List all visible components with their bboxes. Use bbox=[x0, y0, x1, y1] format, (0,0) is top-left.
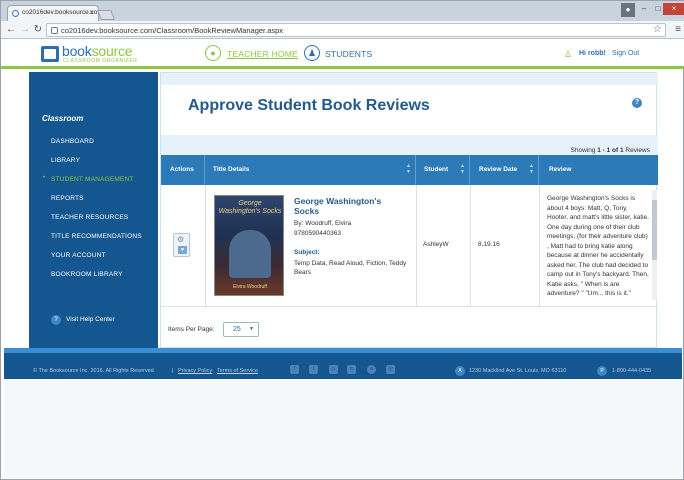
table-header: Actions Title Details ▲ ▼ Student ▲ ▼ Review… bbox=[161, 155, 658, 185]
tab-strip: co2016dev.booksource.co × ● – □ × bbox=[1, 1, 684, 21]
wordpress-icon[interactable]: w bbox=[367, 365, 376, 374]
url-input[interactable]: co2016dev.booksource.com/Classroom/BookR… bbox=[46, 23, 666, 37]
user-greeting: Hi robb! bbox=[579, 50, 606, 57]
help-center-link[interactable]: Visit Help Center bbox=[66, 316, 115, 323]
main-content: Approve Student Book Reviews ? Showing 1… bbox=[160, 72, 658, 348]
showing-count: Showing 1 - 1 of 1 Reviews bbox=[570, 147, 651, 154]
twitter-icon[interactable]: t bbox=[309, 365, 318, 374]
review-scrollbar[interactable] bbox=[652, 190, 657, 300]
column-header-student[interactable]: Student ▲ ▼ bbox=[416, 155, 470, 185]
profile-icon[interactable]: ● bbox=[621, 3, 635, 17]
apple-icon: ● bbox=[205, 45, 221, 61]
book-logo-icon bbox=[41, 46, 59, 62]
booksource-logo[interactable]: booksource CLASSROOM ORGANIZER bbox=[41, 43, 151, 65]
column-header-review: Review bbox=[549, 166, 572, 173]
review-text: George Washington's Socks is about 4 boy… bbox=[547, 195, 650, 297]
instagram-icon[interactable]: ◎ bbox=[386, 365, 395, 374]
person-icon: ♙ bbox=[564, 49, 573, 59]
reload-icon[interactable]: ↻ bbox=[32, 24, 44, 36]
site-header: booksource CLASSROOM ORGANIZER ● TEACHER… bbox=[1, 39, 684, 69]
sidebar-item-student-management[interactable]: STUDENT MANAGEMENT bbox=[51, 176, 134, 183]
help-question-icon[interactable]: ? bbox=[632, 98, 642, 108]
help-icon[interactable]: ? bbox=[51, 315, 61, 325]
column-header-title-details[interactable]: Title Details ▲ ▼ bbox=[205, 155, 416, 185]
book-subjects: Temp Data, Read Aloud, Fiction, Teddy Be… bbox=[294, 260, 407, 276]
back-icon[interactable]: ← bbox=[5, 24, 17, 36]
page-title: Approve Student Book Reviews bbox=[188, 97, 430, 114]
students-icon: ♟ bbox=[304, 45, 320, 61]
caret-down-icon: ▼ bbox=[178, 246, 187, 254]
sidebar-item-bookroom-library[interactable]: BOOKROOM LIBRARY bbox=[51, 271, 123, 278]
address-bar: ← → ↻ co2016dev.booksource.com/Classroom… bbox=[1, 21, 684, 39]
site-footer: © The Booksource Inc. 2016. All Rights R… bbox=[4, 348, 682, 379]
terms-of-service-link[interactable]: Terms of Service bbox=[217, 368, 258, 374]
favicon-icon bbox=[12, 10, 19, 17]
phone-icon: P bbox=[597, 366, 607, 376]
location-icon: A bbox=[455, 366, 465, 376]
url-text: co2016dev.booksource.com/Classroom/BookR… bbox=[61, 26, 284, 35]
book-isbn: 9780590440363 bbox=[294, 230, 341, 237]
browser-tab[interactable]: co2016dev.booksource.co × bbox=[7, 5, 99, 21]
sign-out-link[interactable]: Sign Out bbox=[612, 50, 639, 57]
pinterest-icon[interactable]: p bbox=[329, 365, 338, 374]
review-date: 8.19.16 bbox=[478, 241, 500, 248]
sidebar-item-title-recommendations[interactable]: TITLE RECOMMENDATIONS bbox=[51, 233, 142, 240]
footer-address: 1230 Macklind Ave St. Louis, MO 63110 bbox=[469, 368, 567, 374]
sidebar-item-dashboard[interactable]: DASHBOARD bbox=[51, 138, 94, 145]
privacy-policy-link[interactable]: Privacy Policy bbox=[178, 368, 212, 374]
column-header-actions: Actions bbox=[161, 155, 205, 185]
close-window-button[interactable]: × bbox=[663, 3, 684, 15]
sidebar-item-teacher-resources[interactable]: TEACHER RESOURCES bbox=[51, 214, 128, 221]
bookmark-star-icon[interactable]: ☆ bbox=[653, 24, 662, 35]
minimize-button[interactable]: – bbox=[637, 3, 651, 15]
row-actions-button[interactable]: ⚙ ▼ bbox=[173, 233, 190, 257]
cover-author: Elvira Woodruff bbox=[233, 284, 267, 290]
copyright-text: © The Booksource Inc. 2016. All Rights R… bbox=[33, 368, 154, 374]
browser-menu-icon[interactable]: ≡ bbox=[675, 24, 681, 35]
new-tab-button[interactable] bbox=[97, 10, 115, 20]
cover-title: George Washington's Socks bbox=[218, 200, 282, 215]
browser-window: co2016dev.booksource.co × ● – □ × ← → ↻ … bbox=[0, 0, 684, 480]
subject-label: Subject: bbox=[294, 249, 320, 256]
book-author: By: Woodruff, Elvira bbox=[294, 220, 352, 227]
sort-icon: ▲ ▼ bbox=[529, 163, 534, 175]
logo-subtitle: CLASSROOM ORGANIZER bbox=[63, 58, 138, 64]
items-per-page-label: Items Per Page: bbox=[168, 326, 215, 333]
page-background bbox=[4, 379, 682, 478]
book-cover-image[interactable]: George Washington's Socks Elvira Woodruf… bbox=[214, 195, 284, 296]
chevron-down-icon: ▼ bbox=[249, 326, 254, 332]
column-header-review-date[interactable]: Review Date ▲ ▼ bbox=[470, 155, 539, 185]
sidebar-heading: Classroom bbox=[42, 114, 84, 123]
sidebar-item-your-account[interactable]: YOUR ACCOUNT bbox=[51, 252, 106, 259]
sidebar-item-reports[interactable]: REPORTS bbox=[51, 195, 84, 202]
sort-icon: ▲ ▼ bbox=[406, 163, 411, 175]
logo-text-source: source bbox=[91, 43, 133, 59]
teacher-home-link[interactable]: TEACHER HOME bbox=[227, 49, 298, 59]
student-name: AshleyW bbox=[423, 241, 449, 248]
top-band bbox=[161, 73, 658, 85]
logo-text-book: book bbox=[62, 43, 92, 59]
forward-icon[interactable]: → bbox=[19, 24, 31, 36]
sidebar: Classroom DASHBOARD LIBRARY • STUDENT MA… bbox=[29, 72, 158, 348]
linkedin-icon[interactable]: in bbox=[347, 365, 356, 374]
tab-close-icon[interactable]: × bbox=[89, 8, 94, 17]
footer-phone: 1-800-444-0435 bbox=[612, 368, 652, 374]
facebook-icon[interactable]: f bbox=[290, 365, 299, 374]
gear-icon: ⚙ bbox=[177, 235, 185, 244]
tab-title: co2016dev.booksource.co bbox=[22, 9, 98, 16]
sort-icon: ▲ ▼ bbox=[460, 163, 465, 175]
book-title-link[interactable]: George Washington's Socks bbox=[294, 196, 404, 216]
active-bullet-icon: • bbox=[43, 175, 46, 181]
page-info-icon[interactable] bbox=[51, 27, 58, 34]
sidebar-item-library[interactable]: LIBRARY bbox=[51, 157, 80, 164]
students-link[interactable]: STUDENTS bbox=[325, 49, 372, 59]
items-per-page-select[interactable]: 25 ▼ bbox=[223, 322, 259, 337]
items-per-page-value: 25 bbox=[233, 326, 241, 333]
